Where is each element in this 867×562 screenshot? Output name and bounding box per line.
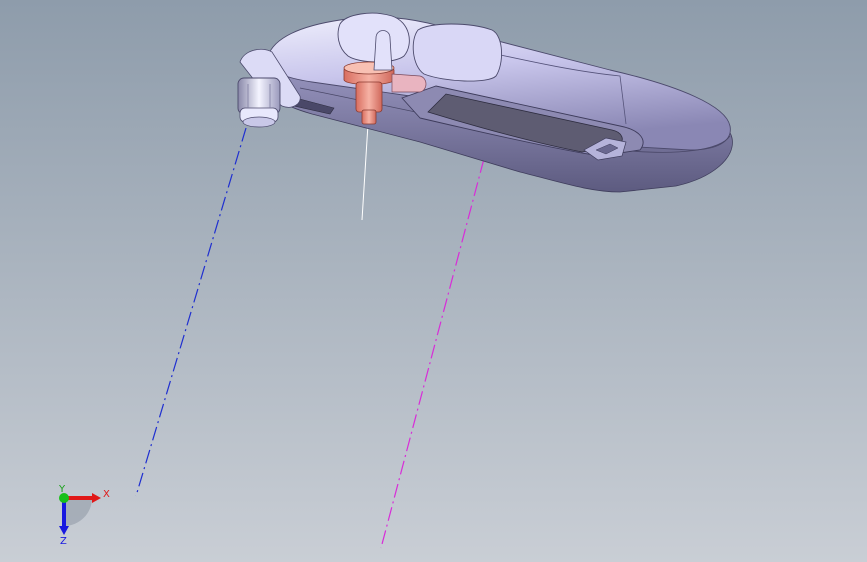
viewport-canvas[interactable]: X Y Z	[0, 0, 867, 562]
hinge-housing	[337, 12, 410, 63]
visor-raised-pad	[412, 23, 502, 82]
triad-x-label: X	[103, 489, 110, 500]
pivot-tip	[361, 109, 377, 125]
visor-pin	[373, 30, 393, 71]
clip-bottom	[242, 116, 276, 128]
graphics-viewport[interactable]: X Y Z	[0, 0, 867, 562]
pivot-shaft	[355, 81, 383, 113]
triad-z-label: Z	[60, 536, 67, 547]
pivot-arm	[391, 73, 427, 93]
triad-y-label: Y	[58, 484, 66, 495]
